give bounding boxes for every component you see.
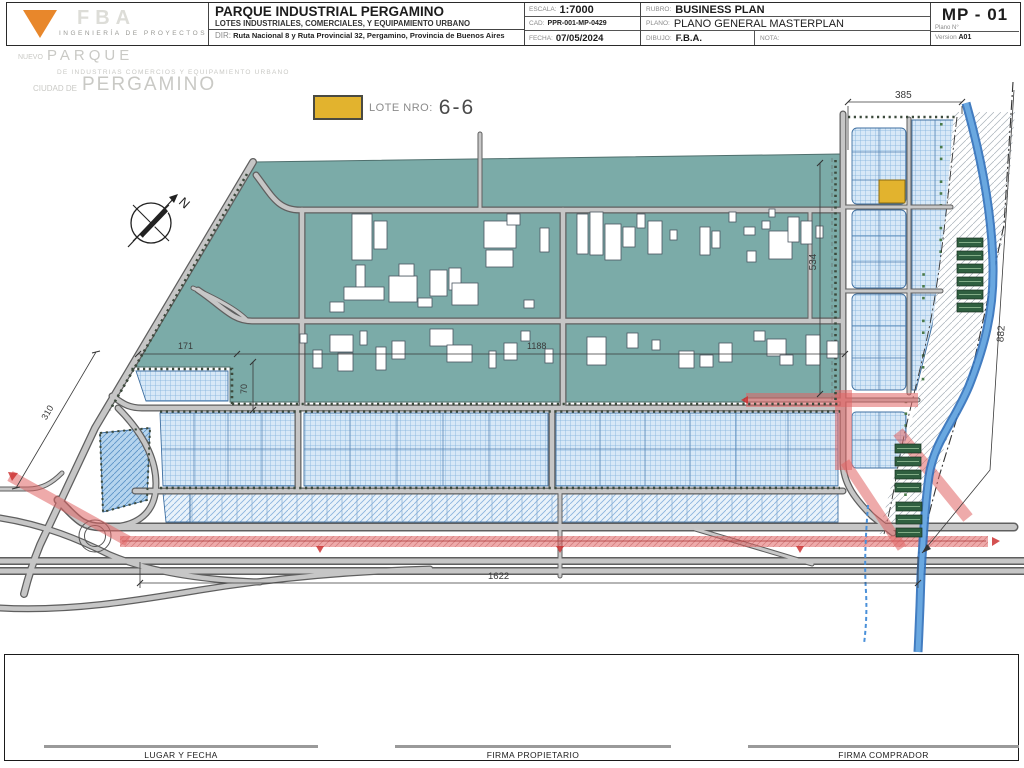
masterplan-sheet: 385 534 882 171 1188 70 310 1622 N FBA I… [0, 0, 1024, 768]
cad-label: CAD: [529, 20, 545, 27]
fecha-value: 07/05/2024 [555, 32, 604, 44]
plan-info-cell: RUBRO: BUSINESS PLAN PLANO: PLANO GENERA… [641, 3, 931, 45]
title-block: FBA INGENIERÍA DE PROYECTOS PARQUE INDUS… [6, 2, 1021, 46]
cad-value: PPR-001-MP-0429 [547, 20, 607, 27]
dir-value: Ruta Nacional 8 y Ruta Provincial 32, Pe… [233, 31, 505, 40]
watermark-ciudad: CIUDAD DE [33, 84, 78, 93]
dibujo-label: DIBUJO: [646, 34, 672, 42]
signature-label: LUGAR Y FECHA [144, 750, 218, 760]
dim-385: 385 [895, 90, 912, 101]
rubro-value: BUSINESS PLAN [675, 3, 765, 16]
signature-field-comprador: FIRMA COMPRADOR [748, 745, 1019, 760]
watermark-pergamino: PERGAMINO [82, 74, 217, 95]
signature-line [44, 745, 318, 748]
lot-legend: LOTE NRO: 6-6 [313, 95, 475, 120]
dim-70: 70 [239, 384, 249, 394]
signature-field-lugar: LUGAR Y FECHA [44, 745, 318, 760]
signature-box: LUGAR Y FECHA FIRMA PROPIETARIO FIRMA CO… [4, 654, 1019, 761]
project-title: PARQUE INDUSTRIAL PERGAMINO [215, 4, 445, 19]
project-cell: PARQUE INDUSTRIAL PERGAMINO LOTES INDUST… [209, 3, 525, 45]
meta-cell: ESCALA: 1:7000 CAD: PPR-001-MP-0429 FECH… [525, 3, 641, 45]
dim-1622: 1622 [488, 571, 509, 582]
strip-lots [189, 492, 839, 523]
watermark-parque: PARQUE [47, 47, 134, 64]
rubro-label: RUBRO: [646, 6, 672, 13]
signature-label: FIRMA COMPRADOR [838, 750, 929, 760]
dim-1188: 1188 [527, 341, 546, 351]
dim-171: 171 [178, 341, 193, 351]
site-plan: 385 534 882 171 1188 70 310 1622 N [0, 81, 1024, 653]
watermark-nuevo: NUEVO [18, 54, 43, 61]
north-label: N [176, 194, 193, 211]
dir-label: DIR: [215, 31, 231, 40]
nota-label: NOTA: [760, 34, 780, 42]
lot-block-mid [303, 412, 549, 487]
company-logo-cell: FBA INGENIERÍA DE PROYECTOS [7, 3, 209, 45]
dibujo-value: F.B.A. [675, 32, 703, 44]
plano-value: PLANO GENERAL MASTERPLAN [673, 17, 844, 30]
company-logo-icon [23, 10, 57, 38]
sheet-cell: MP - 01 Plano N° Version A01 [931, 3, 1019, 45]
signature-label: FIRMA PROPIETARIO [486, 750, 580, 760]
signature-line [748, 745, 1019, 748]
dim-310: 310 [39, 403, 55, 421]
company-tagline: INGENIERÍA DE PROYECTOS [59, 30, 208, 37]
legend-swatch [313, 95, 363, 120]
north-arrow: N [127, 194, 193, 248]
dim-534: 534 [808, 253, 819, 270]
version-value: A01 [958, 34, 972, 41]
legend-label: LOTE NRO: [369, 101, 433, 114]
signature-field-propietario: FIRMA PROPIETARIO [395, 745, 671, 760]
lot-block-notch [135, 370, 229, 402]
company-name: FBA [77, 7, 137, 29]
legend-value: 6-6 [438, 95, 476, 119]
lot-6-6-highlight [878, 179, 906, 204]
version-label: Version [935, 34, 957, 41]
escala-label: ESCALA: [529, 6, 557, 13]
plano-label: PLANO: [646, 20, 670, 27]
lot-block-right [555, 412, 839, 487]
sheet-number: MP - 01 [941, 5, 1009, 24]
dim-882: 882 [995, 325, 1007, 343]
fecha-label: FECHA: [529, 34, 553, 42]
escala-value: 1:7000 [559, 3, 594, 16]
project-subtitle: LOTES INDUSTRIALES, COMERCIALES, Y EQUIP… [215, 19, 471, 28]
signature-line [395, 745, 671, 748]
